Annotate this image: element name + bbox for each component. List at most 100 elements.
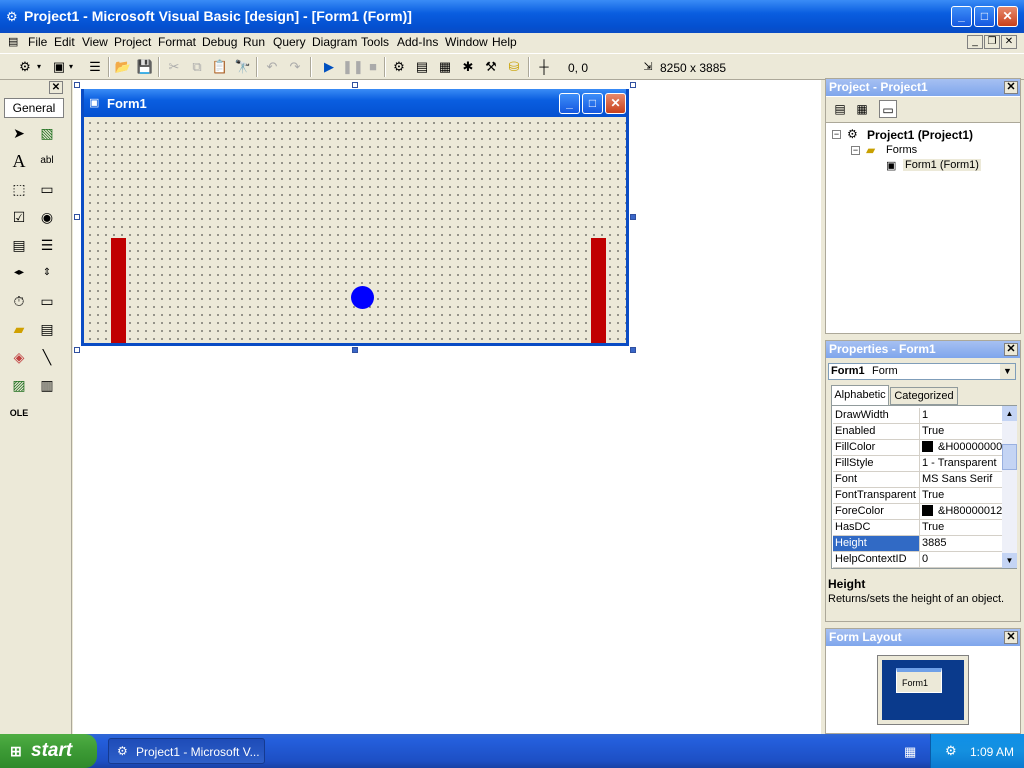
copy-icon[interactable]: ⧉ <box>188 58 206 76</box>
property-value[interactable]: MS Sans Serif <box>922 473 1003 485</box>
object-selector-dropdown[interactable]: Form1 Form ▼ <box>828 363 1016 380</box>
cut-icon[interactable]: ✂ <box>165 58 183 76</box>
checkbox-tool-icon[interactable]: ☑ <box>8 206 30 228</box>
property-value[interactable]: 3885 <box>922 537 1003 549</box>
dropdown-arrow-icon[interactable]: ▾ <box>34 58 44 76</box>
resize-handle-s[interactable] <box>352 347 358 353</box>
save-project-icon[interactable]: 💾 <box>136 58 154 76</box>
break-icon[interactable]: ❚❚ <box>342 58 364 76</box>
label-tool-icon[interactable]: A <box>8 150 30 172</box>
menu-query[interactable]: Query <box>273 35 306 49</box>
add-project-icon[interactable]: ⚙ <box>16 58 34 76</box>
maximize-button[interactable]: □ <box>974 6 995 27</box>
tree-form1-item[interactable]: Form1 (Form1) <box>903 159 981 171</box>
pointer-tool-icon[interactable]: ➤ <box>8 122 30 144</box>
mdi-restore-button[interactable]: ❐ <box>984 35 1000 49</box>
property-value[interactable]: 1 <box>922 409 1003 421</box>
tab-categorized[interactable]: Categorized <box>890 387 958 405</box>
redo-icon[interactable]: ↷ <box>286 58 304 76</box>
menu-file[interactable]: File <box>28 35 47 49</box>
end-run-icon[interactable]: ■ <box>364 58 382 76</box>
shape-tool-icon[interactable]: ◈ <box>8 346 30 368</box>
property-row[interactable]: HelpContextID 0 <box>833 552 1003 568</box>
property-value[interactable]: True <box>922 489 1003 501</box>
form-preview-box[interactable]: Form1 <box>896 668 942 693</box>
toolbox-close-button[interactable]: ✕ <box>49 81 63 94</box>
property-value[interactable]: True <box>922 521 1003 533</box>
menu-edit[interactable]: Edit <box>54 35 75 49</box>
start-run-icon[interactable]: ▶ <box>320 58 338 76</box>
view-object-icon[interactable]: ▦ <box>853 100 871 118</box>
left-paddle[interactable] <box>111 238 126 343</box>
mdi-minimize-button[interactable]: _ <box>967 35 983 49</box>
listbox-tool-icon[interactable]: ☰ <box>36 234 58 256</box>
toggle-folders-icon[interactable]: ▭ <box>879 100 897 118</box>
property-value[interactable]: &H00000000 <box>922 441 1003 453</box>
tree-project-root[interactable]: Project1 (Project1) <box>867 128 973 142</box>
menu-run[interactable]: Run <box>243 35 265 49</box>
property-row[interactable]: Font MS Sans Serif <box>833 472 1003 488</box>
toolbox-icon[interactable]: ⚒ <box>482 58 500 76</box>
menu-debug[interactable]: Debug <box>202 35 237 49</box>
property-row[interactable]: ForeColor &H80000012 <box>833 504 1003 520</box>
scroll-up-icon[interactable]: ▲ <box>1002 406 1017 421</box>
property-row[interactable]: HasDC True <box>833 520 1003 536</box>
tree-forms-folder[interactable]: Forms <box>886 144 917 156</box>
menu-format[interactable]: Format <box>158 35 196 49</box>
timer-tool-icon[interactable]: ⏱ <box>8 290 30 312</box>
menu-tools[interactable]: Tools <box>361 35 389 49</box>
scroll-down-icon[interactable]: ▼ <box>1002 553 1017 568</box>
hscrollbar-tool-icon[interactable]: ◂▸ <box>8 262 30 284</box>
form-layout-close-button[interactable]: ✕ <box>1004 631 1018 644</box>
properties-close-button[interactable]: ✕ <box>1004 343 1018 356</box>
form-layout-icon[interactable]: ▦ <box>436 58 454 76</box>
project-explorer-icon[interactable]: ⚙ <box>390 58 408 76</box>
drivelistbox-tool-icon[interactable]: ▭ <box>36 290 58 312</box>
form-maximize-button[interactable]: □ <box>582 93 603 114</box>
menu-editor-icon[interactable]: ☰ <box>86 58 104 76</box>
property-row[interactable]: Height 3885 <box>833 536 1003 552</box>
document-menu-icon[interactable]: ▤ <box>8 35 18 48</box>
frame-tool-icon[interactable]: ⬚ <box>8 178 30 200</box>
form-title-bar[interactable]: ▣ Form1 _ □ ✕ <box>84 89 626 117</box>
property-row[interactable]: Enabled True <box>833 424 1003 440</box>
picturebox-tool-icon[interactable]: ▧ <box>36 122 58 144</box>
keyboard-tray-icon[interactable]: ▦ <box>904 744 916 760</box>
filelistbox-tool-icon[interactable]: ▤ <box>36 318 58 340</box>
vscrollbar-tool-icon[interactable]: ⇕ <box>36 262 58 284</box>
menu-window[interactable]: Window <box>445 35 488 49</box>
data-view-icon[interactable]: ⛁ <box>505 58 523 76</box>
taskbar-button-vb[interactable]: ⚙ Project1 - Microsoft V... <box>108 738 265 764</box>
mdi-close-button[interactable]: ✕ <box>1001 35 1017 49</box>
ball-shape[interactable] <box>351 286 374 309</box>
right-paddle[interactable] <box>591 238 606 343</box>
form-close-button[interactable]: ✕ <box>605 93 626 114</box>
menu-project[interactable]: Project <box>114 35 151 49</box>
paste-icon[interactable]: 📋 <box>211 58 229 76</box>
chevron-down-icon[interactable]: ▼ <box>1000 364 1015 379</box>
menu-diagram[interactable]: Diagram <box>312 35 357 49</box>
line-tool-icon[interactable]: ╲ <box>36 346 58 368</box>
dropdown-arrow-icon[interactable]: ▾ <box>66 58 76 76</box>
image-tool-icon[interactable]: ▨ <box>8 374 30 396</box>
property-grid-scrollbar[interactable]: ▲ ▼ <box>1002 406 1017 568</box>
menu-view[interactable]: View <box>82 35 108 49</box>
object-browser-icon[interactable]: ✱ <box>459 58 477 76</box>
property-row[interactable]: DrawWidth 1 <box>833 408 1003 424</box>
menu-add-ins[interactable]: Add-Ins <box>397 35 438 49</box>
property-value[interactable]: 1 - Transparent <box>922 457 1003 469</box>
project-explorer-close-button[interactable]: ✕ <box>1004 81 1018 94</box>
form-minimize-button[interactable]: _ <box>559 93 580 114</box>
form-designer-window[interactable]: ▣ Form1 _ □ ✕ <box>81 89 629 346</box>
ole-tool-icon[interactable]: OLE <box>8 402 30 424</box>
scroll-thumb[interactable] <box>1002 444 1017 470</box>
commandbutton-tool-icon[interactable]: ▭ <box>36 178 58 200</box>
dirlistbox-tool-icon[interactable]: ▰ <box>8 318 30 340</box>
form-client-area[interactable] <box>84 117 626 343</box>
toolbox-tab-general[interactable]: General <box>4 98 64 118</box>
open-project-icon[interactable]: 📂 <box>114 58 132 76</box>
textbox-tool-icon[interactable]: abl <box>36 150 58 172</box>
resize-handle-se[interactable] <box>630 347 636 353</box>
tree-collapse-icon[interactable]: − <box>832 130 841 139</box>
optionbutton-tool-icon[interactable]: ◉ <box>36 206 58 228</box>
